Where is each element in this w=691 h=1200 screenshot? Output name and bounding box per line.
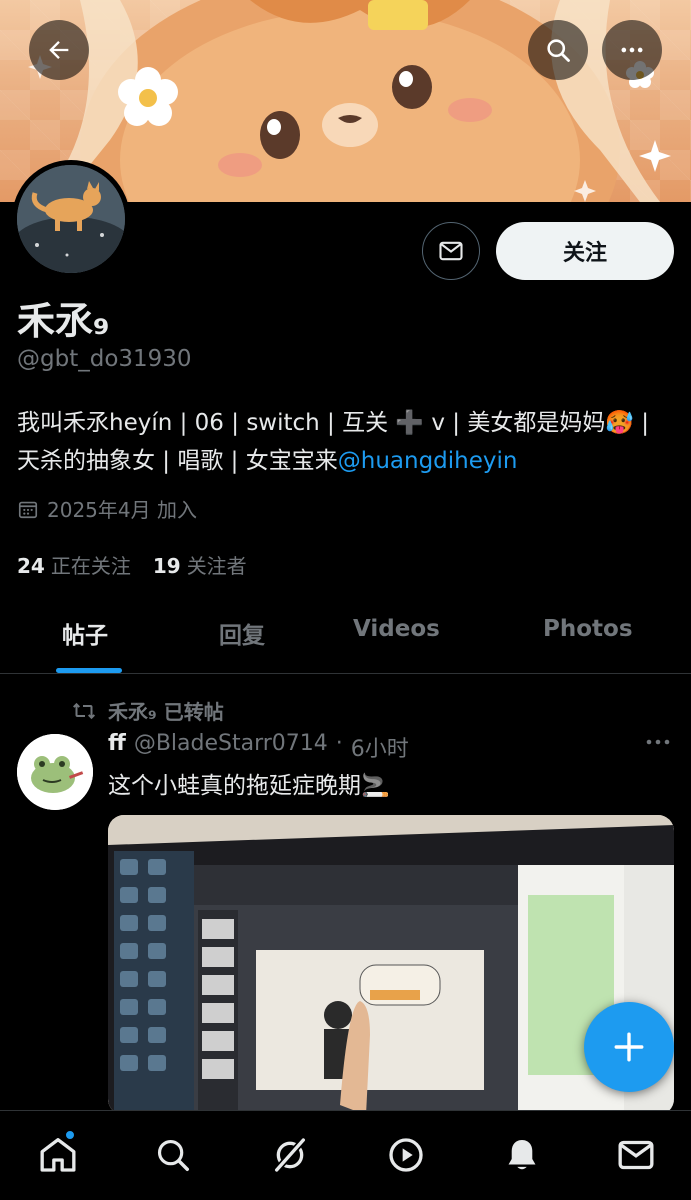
profile-name: 禾氶₉	[17, 299, 110, 343]
bottom-navigation	[0, 1110, 691, 1200]
nav-grok[interactable]	[268, 1133, 312, 1177]
post-header: ff @BladeStarr0714 · 6小时	[108, 731, 409, 763]
tab-photos[interactable]: Photos	[543, 616, 633, 642]
bio-mention-link[interactable]: @huangdiheyin	[338, 448, 518, 474]
follow-button[interactable]: 关注	[496, 222, 674, 280]
search-icon	[157, 1139, 189, 1171]
home-icon	[40, 1138, 76, 1172]
bell-icon	[508, 1139, 536, 1170]
nav-messages[interactable]	[614, 1133, 658, 1177]
follow-stats: 24 正在关注 19 关注者	[17, 550, 247, 579]
search-icon	[547, 39, 570, 62]
repost-label: 禾氶₉ 已转帖	[108, 700, 224, 724]
following-label: 正在关注	[50, 554, 131, 578]
followers-count: 19	[152, 554, 181, 578]
profile-tabs: 帖子 回复 Videos Photos	[0, 596, 691, 674]
compose-button[interactable]	[584, 1002, 674, 1092]
grok-icon	[274, 1137, 306, 1173]
calendar-icon	[18, 501, 38, 518]
following-stat[interactable]: 24 正在关注	[17, 550, 131, 579]
arrow-left-icon	[49, 41, 69, 59]
nav-home[interactable]	[36, 1129, 80, 1177]
active-tab-indicator	[56, 668, 122, 673]
post-time[interactable]: 6小时	[351, 731, 409, 763]
post-more-button[interactable]	[644, 732, 672, 758]
repost-indicator: 禾氶₉ 已转帖	[72, 696, 224, 725]
profile-bio: 我叫禾氶heyín | 06 | switch | 互关 ➕ v | 美女都是妈…	[17, 404, 677, 480]
tab-replies[interactable]: 回复	[219, 616, 265, 650]
joined-date: 2025年4月 加入	[17, 494, 197, 523]
message-button[interactable]	[422, 222, 480, 280]
profile-handle: @gbt_do31930	[17, 346, 192, 372]
nav-video[interactable]	[384, 1133, 428, 1177]
avatar-cat-image	[17, 165, 125, 273]
profile-avatar[interactable]	[12, 160, 130, 278]
followers-stat[interactable]: 19 关注者	[153, 550, 247, 579]
post-author-avatar[interactable]	[17, 734, 93, 810]
home-notification-dot	[64, 1129, 76, 1141]
joined-text: 2025年4月 加入	[47, 498, 197, 522]
repost-icon	[73, 702, 95, 719]
mail-icon	[618, 1140, 654, 1170]
frog-avatar-image	[17, 734, 93, 810]
more-horizontal-icon	[621, 47, 643, 53]
more-horizontal-icon	[646, 739, 670, 745]
play-icon	[389, 1138, 423, 1172]
post-separator: ·	[335, 731, 343, 756]
nav-notifications[interactable]	[500, 1133, 544, 1177]
post-author-handle[interactable]: @BladeStarr0714	[134, 731, 328, 763]
tab-posts[interactable]: 帖子	[62, 616, 108, 650]
back-button[interactable]	[29, 20, 89, 80]
post-media-image[interactable]	[108, 815, 674, 1115]
mail-icon	[439, 241, 463, 261]
nav-search[interactable]	[151, 1133, 195, 1177]
laptop-screen-photo	[108, 815, 674, 1115]
followers-label: 关注者	[186, 554, 247, 578]
more-button[interactable]	[602, 20, 662, 80]
post-text: 这个小蛙真的拖延症晚期🚬	[108, 773, 390, 799]
post-author-name[interactable]: ff	[108, 731, 126, 763]
plus-icon	[614, 1032, 644, 1062]
bio-text: 我叫禾氶heyín | 06 | switch | 互关 ➕ v | 美女都是妈…	[17, 410, 650, 474]
following-count: 24	[17, 554, 45, 578]
search-button[interactable]	[528, 20, 588, 80]
tab-videos[interactable]: Videos	[353, 616, 440, 642]
